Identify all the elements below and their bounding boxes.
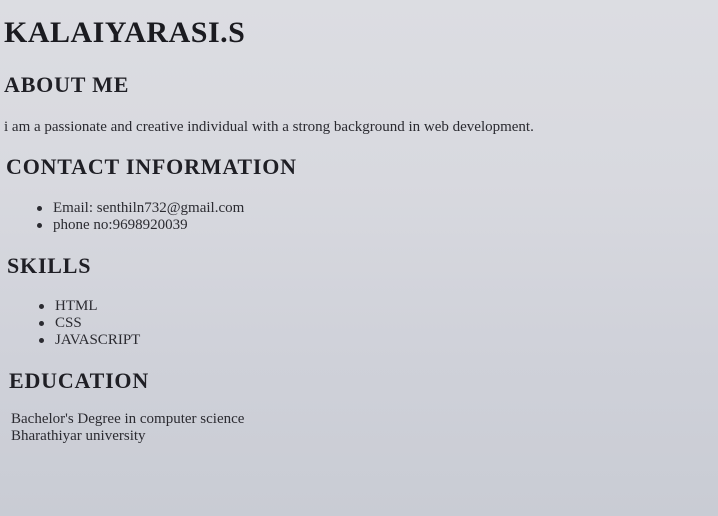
about-heading: ABOUT ME — [4, 72, 130, 97]
degree-text: Bachelor's Degree in computer science — [11, 411, 245, 427]
bullet-icon — [37, 206, 42, 211]
education-heading: EDUCATION — [9, 368, 150, 393]
list-item-phone: phone no:9698920039 — [35, 217, 244, 234]
list-item-skill: JAVASCRIPT — [37, 332, 140, 349]
skill-text: CSS — [55, 315, 82, 331]
education-details: Bachelor's Degree in computer science Bh… — [11, 411, 244, 445]
bullet-icon — [39, 321, 44, 326]
page-title: KALAIYARASI.S — [4, 16, 246, 49]
email-text: Email: senthiln732@gmail.com — [53, 200, 245, 216]
contact-heading: CONTACT INFORMATION — [6, 154, 297, 179]
skills-list: HTML CSS JAVASCRIPT — [37, 298, 140, 349]
bullet-icon — [39, 338, 44, 343]
skill-text: JAVASCRIPT — [55, 332, 141, 348]
list-item-skill: CSS — [37, 315, 140, 332]
list-item-skill: HTML — [37, 298, 140, 315]
phone-text: phone no:9698920039 — [53, 217, 188, 233]
skill-text: HTML — [55, 298, 98, 314]
about-text: i am a passionate and creative individua… — [4, 119, 534, 135]
list-item-email: Email: senthiln732@gmail.com — [35, 200, 244, 217]
bullet-icon — [39, 304, 44, 309]
bullet-icon — [37, 223, 42, 228]
contact-list: Email: senthiln732@gmail.com phone no:96… — [35, 200, 244, 234]
resume-page: KALAIYARASI.S ABOUT ME i am a passionate… — [0, 0, 718, 516]
skills-heading: SKILLS — [7, 253, 92, 278]
institution-text: Bharathiyar university — [11, 428, 146, 444]
